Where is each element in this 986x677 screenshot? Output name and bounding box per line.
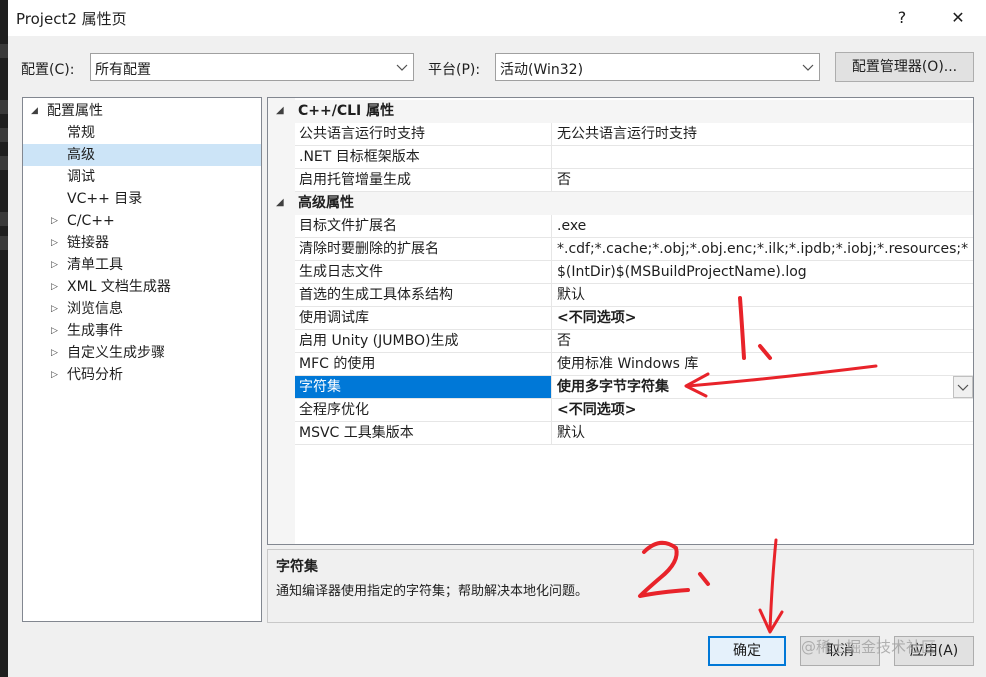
annotation-arrow-1 [686, 364, 878, 388]
annotation-number-1-dot [758, 344, 772, 360]
red-annotations [638, 296, 878, 634]
annotation-arrow-2 [768, 538, 778, 632]
annotation-number-1 [738, 296, 746, 360]
annotation-number-2-dot [698, 572, 710, 586]
annotation-number-2 [638, 540, 690, 598]
